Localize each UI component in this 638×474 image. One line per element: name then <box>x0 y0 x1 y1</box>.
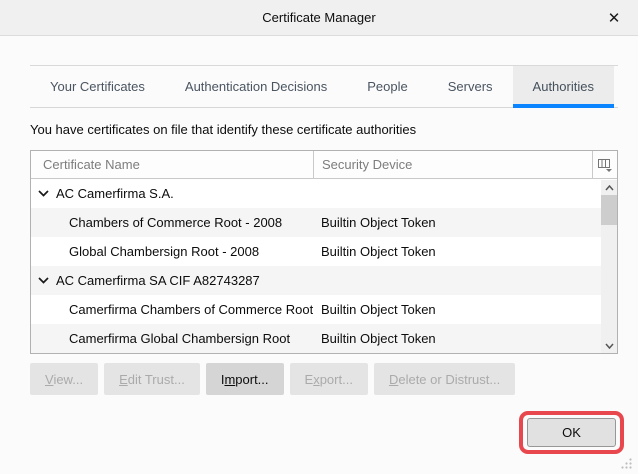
column-header-certificate-name[interactable]: Certificate Name <box>31 151 313 178</box>
chevron-down-icon[interactable] <box>38 190 49 197</box>
ok-button[interactable]: OK <box>527 418 616 447</box>
column-picker-icon <box>597 158 613 172</box>
security-device: Builtin Object Token <box>313 215 617 230</box>
title-bar: Certificate Manager ✕ <box>0 0 638 36</box>
scroll-up-icon[interactable] <box>601 180 617 195</box>
table-header: Certificate Name Security Device <box>31 151 617 179</box>
security-device: Builtin Object Token <box>313 331 617 346</box>
scroll-down-icon[interactable] <box>601 338 617 353</box>
certificate-name: Global Chambersign Root - 2008 <box>69 244 259 259</box>
tab-label: Authentication Decisions <box>185 79 327 94</box>
table-row[interactable]: Global Chambersign Root - 2008 Builtin O… <box>31 237 617 266</box>
security-device: Builtin Object Token <box>313 244 617 259</box>
tab-label: Authorities <box>533 79 594 94</box>
import-button[interactable]: Import... <box>206 363 284 395</box>
security-device: Builtin Object Token <box>313 302 617 317</box>
column-header-security-device[interactable]: Security Device <box>313 151 592 178</box>
tab-strip: Your Certificates Authentication Decisio… <box>30 65 618 108</box>
tab-servers[interactable]: Servers <box>428 66 513 107</box>
dialog-title: Certificate Manager <box>262 10 375 25</box>
table-body: AC Camerfirma S.A. Chambers of Commerce … <box>31 179 617 353</box>
certificate-name: AC Camerfirma SA CIF A82743287 <box>56 273 260 288</box>
table-row[interactable]: AC Camerfirma S.A. <box>31 179 617 208</box>
column-picker-button[interactable] <box>592 151 617 178</box>
annotation-highlight: OK <box>519 411 624 454</box>
tab-label: Your Certificates <box>50 79 145 94</box>
table-row[interactable]: Camerfirma Global Chambersign Root Built… <box>31 324 617 353</box>
view-button[interactable]: View... <box>30 363 98 395</box>
certificate-name: AC Camerfirma S.A. <box>56 186 174 201</box>
table-row[interactable]: Chambers of Commerce Root - 2008 Builtin… <box>31 208 617 237</box>
resize-grip[interactable] <box>620 457 633 470</box>
certificate-name: Camerfirma Global Chambersign Root <box>69 331 290 346</box>
close-icon[interactable]: ✕ <box>596 0 632 35</box>
action-button-row: View... Edit Trust... Import... Export..… <box>30 363 618 395</box>
scrollbar-thumb[interactable] <box>601 195 617 225</box>
tab-authorities[interactable]: Authorities <box>513 66 614 107</box>
tab-your-certificates[interactable]: Your Certificates <box>30 66 165 107</box>
tab-label: Servers <box>448 79 493 94</box>
delete-or-distrust-button[interactable]: Delete or Distrust... <box>374 363 515 395</box>
edit-trust-button[interactable]: Edit Trust... <box>104 363 200 395</box>
chevron-down-icon[interactable] <box>38 277 49 284</box>
certificate-table: Certificate Name Security Device AC Came… <box>30 150 618 354</box>
certificate-manager-dialog: Certificate Manager ✕ Your Certificates … <box>0 0 638 474</box>
tab-label: People <box>367 79 407 94</box>
tab-authentication-decisions[interactable]: Authentication Decisions <box>165 66 347 107</box>
export-button[interactable]: Export... <box>290 363 368 395</box>
table-row[interactable]: Camerfirma Chambers of Commerce Root Bui… <box>31 295 617 324</box>
certificate-name: Chambers of Commerce Root - 2008 <box>69 215 282 230</box>
certificate-name: Camerfirma Chambers of Commerce Root <box>69 302 313 317</box>
description-text: You have certificates on file that ident… <box>30 122 608 137</box>
vertical-scrollbar[interactable] <box>601 180 617 353</box>
tab-people[interactable]: People <box>347 66 427 107</box>
table-row[interactable]: AC Camerfirma SA CIF A82743287 <box>31 266 617 295</box>
